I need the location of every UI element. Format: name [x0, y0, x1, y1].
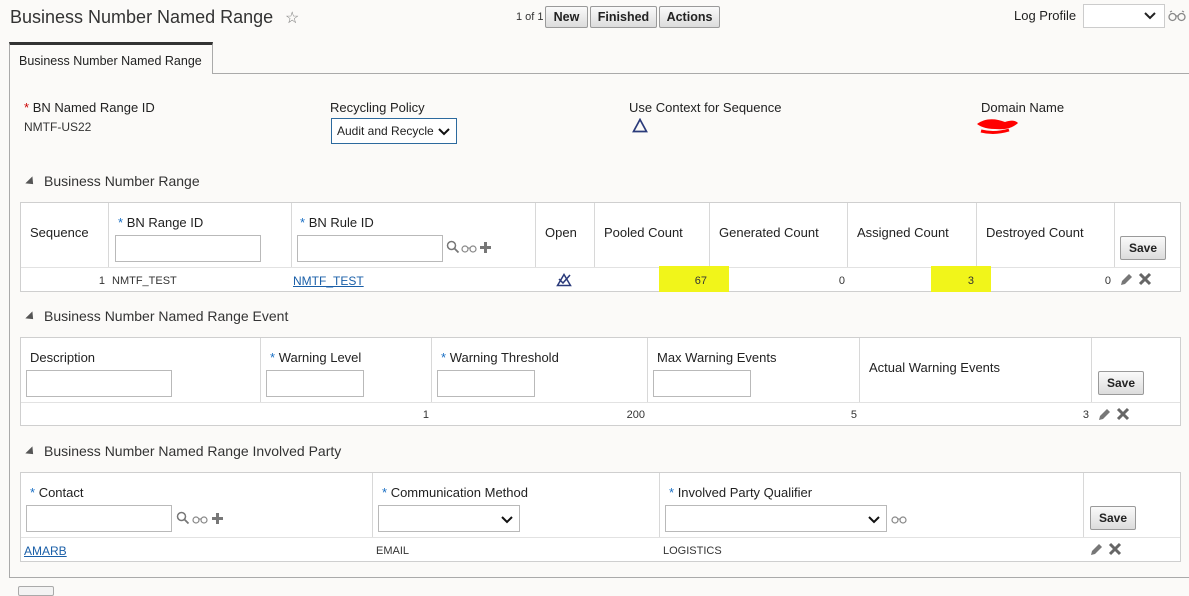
search-icon[interactable] [176, 511, 190, 525]
col-communication-method: * Communication Method [373, 473, 660, 537]
col-bn-range-id: * BN Range ID [109, 203, 292, 267]
col-description: Description [21, 338, 261, 402]
col-warning-threshold: * Warning Threshold [432, 338, 648, 402]
collapse-triangle-icon [25, 176, 37, 188]
triangle-icon [632, 118, 648, 133]
bn-named-range-id-label: * BN Named Range ID [24, 100, 155, 115]
tab-business-number-named-range[interactable]: Business Number Named Range [9, 42, 213, 74]
recycling-policy-label: Recycling Policy [330, 100, 425, 115]
log-profile-select[interactable] [1083, 4, 1165, 28]
collapse-triangle-icon [25, 311, 37, 323]
view-icon[interactable] [461, 243, 477, 253]
bn-rule-id-input[interactable] [297, 235, 443, 262]
domain-name-label: Domain Name [981, 100, 1065, 115]
bottom-button-partial[interactable] [18, 586, 54, 596]
event-row-actual-warning-events: 3 [1082, 409, 1089, 421]
event-row-max-warning-events: 5 [850, 409, 857, 421]
chevron-down-icon [501, 516, 513, 524]
description-input[interactable] [26, 370, 172, 397]
view-icon[interactable] [192, 514, 208, 524]
chevron-down-icon [438, 128, 450, 136]
add-icon[interactable] [211, 512, 224, 525]
chevron-down-icon [1144, 12, 1156, 20]
col-actual-warning-events: Actual Warning Events [860, 338, 1092, 402]
finished-button[interactable]: Finished [590, 6, 657, 28]
party-save-button[interactable]: Save [1090, 506, 1136, 530]
section-business-number-range[interactable]: Business Number Range [25, 173, 200, 189]
party-table: * Contact * Communication Method * Invol… [20, 472, 1181, 562]
event-row-warning-level: 1 [422, 409, 429, 421]
col-involved-party-qualifier: * Involved Party Qualifier [660, 473, 1084, 537]
warning-level-input[interactable] [266, 370, 364, 397]
recycling-policy-select[interactable]: Audit and Recycle [331, 118, 457, 144]
range-row-bn-rule-id-link[interactable]: NMTF_TEST [293, 274, 364, 288]
col-generated-count: Generated Count [710, 203, 848, 267]
col-max-warning-events: Max Warning Events [648, 338, 860, 402]
involved-party-qualifier-select[interactable] [665, 505, 887, 532]
search-icon[interactable] [446, 240, 460, 254]
section-involved-party[interactable]: Business Number Named Range Involved Par… [25, 443, 341, 459]
section-named-range-event[interactable]: Business Number Named Range Event [25, 308, 288, 324]
view-icon[interactable] [1168, 10, 1186, 22]
party-row-involved-party-qualifier: LOGISTICS [663, 545, 722, 557]
col-bn-rule-id: * BN Rule ID [292, 203, 536, 267]
record-pager: 1 of 1 [516, 11, 544, 23]
close-icon[interactable] [1138, 272, 1152, 286]
range-save-button[interactable]: Save [1120, 236, 1166, 260]
col-open: Open [536, 203, 595, 267]
range-row-sequence: 1 [98, 275, 105, 287]
log-profile-label: Log Profile [1014, 8, 1077, 23]
pencil-icon[interactable] [1119, 272, 1134, 287]
max-warning-events-input[interactable] [653, 370, 751, 397]
party-row-contact-link[interactable]: AMARB [24, 544, 67, 558]
col-contact: * Contact [21, 473, 373, 537]
range-row-pooled: 67 [694, 275, 707, 287]
range-table: Sequence * BN Range ID * BN Rule ID Open… [20, 202, 1181, 292]
collapse-triangle-icon [25, 446, 37, 458]
col-destroyed-count: Destroyed Count [977, 203, 1115, 267]
event-table: Description * Warning Level * Warning Th… [20, 337, 1181, 426]
col-sequence: Sequence [21, 203, 109, 267]
new-button[interactable]: New [545, 6, 588, 28]
chevron-down-icon [868, 516, 880, 524]
bn-range-id-input[interactable] [115, 235, 261, 262]
contact-input[interactable] [26, 505, 172, 532]
add-icon[interactable] [479, 241, 492, 254]
close-icon[interactable] [1116, 407, 1130, 421]
pencil-icon[interactable] [1097, 407, 1112, 422]
communication-method-select[interactable] [378, 505, 520, 532]
bn-named-range-id-value: NMTF-US22 [24, 120, 92, 134]
col-pooled-count: Pooled Count [595, 203, 710, 267]
recycling-policy-value: Audit and Recycle [337, 124, 434, 138]
actions-button[interactable]: Actions [659, 6, 720, 28]
view-icon[interactable] [891, 514, 907, 524]
warning-threshold-input[interactable] [437, 370, 535, 397]
range-row-assigned: 3 [967, 275, 974, 287]
redaction-scribble [977, 119, 1018, 134]
party-row-communication-method: EMAIL [376, 545, 410, 557]
range-row-generated: 0 [838, 275, 845, 287]
use-context-label: Use Context for Sequence [629, 100, 782, 115]
close-icon[interactable] [1108, 542, 1122, 556]
event-save-button[interactable]: Save [1098, 371, 1144, 395]
pencil-icon[interactable] [1089, 542, 1104, 557]
event-row-warning-threshold: 200 [626, 409, 645, 421]
range-row-bn-range-id: NMTF_TEST [112, 275, 177, 287]
col-assigned-count: Assigned Count [848, 203, 977, 267]
page-title: Business Number Named Range [10, 7, 274, 27]
favorite-star-icon[interactable]: ☆ [285, 8, 299, 28]
col-warning-level: * Warning Level [261, 338, 432, 402]
open-status-icon [556, 273, 572, 287]
range-row-destroyed: 0 [1104, 275, 1111, 287]
